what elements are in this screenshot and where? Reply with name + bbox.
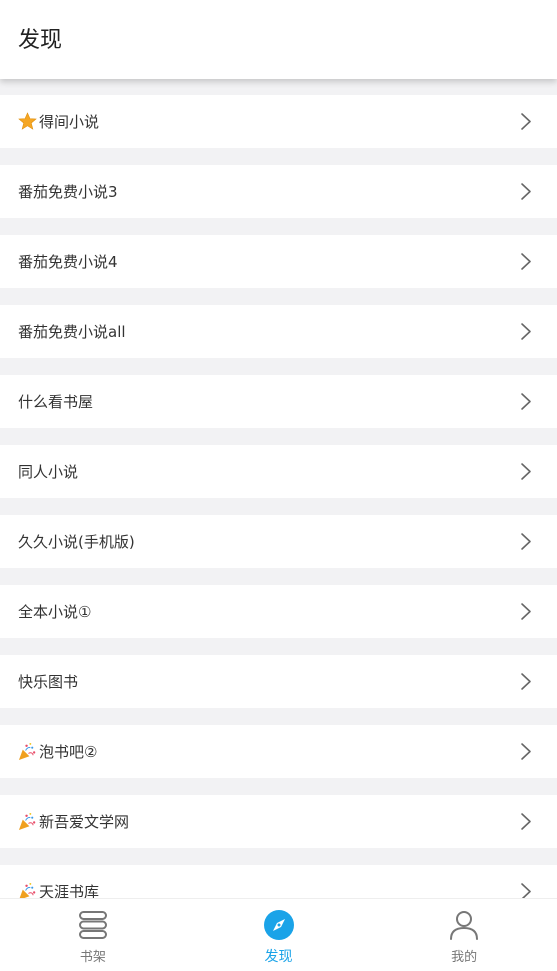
user-icon [450,911,479,940]
list-item[interactable]: 同人小说 [0,445,557,498]
list-item-label: 同人小说 [18,463,79,481]
list-item[interactable]: 番茄免费小说4 [0,235,557,288]
list-item[interactable]: 快乐图书 [0,655,557,708]
bottom-tab-bar: 书架 发现 我的 [0,898,557,971]
compass-icon [263,910,294,940]
tab-profile[interactable]: 我的 [371,899,557,971]
chevron-right-icon [521,533,531,550]
chevron-right-icon [521,113,531,130]
list-item-label: 番茄免费小说all [18,323,126,341]
list-item[interactable]: 得间小说 [0,95,557,148]
chevron-right-icon [521,463,531,480]
source-list: 得间小说 番茄免费小说3 番茄免费小说4 番茄免费小说all 什么看书屋 同人小… [0,95,557,935]
chevron-right-icon [521,393,531,410]
list-item-label: 泡书吧② [39,743,98,761]
list-item-label: 得间小说 [39,113,100,131]
chevron-right-icon [521,183,531,200]
tab-bookshelf[interactable]: 书架 [0,899,186,971]
chevron-right-icon [521,253,531,270]
list-item-label: 久久小说(手机版) [18,533,135,551]
chevron-right-icon [521,603,531,620]
tab-label: 我的 [451,950,478,965]
tab-discover[interactable]: 发现 [186,899,372,971]
list-item-label: 快乐图书 [18,673,79,691]
chevron-right-icon [521,673,531,690]
party-popper-icon [18,812,36,831]
list-item-label: 全本小说① [18,603,92,621]
app-bar: 发现 [0,0,557,79]
page-title: 发现 [18,28,63,53]
list-item[interactable]: 什么看书屋 [0,375,557,428]
list-item[interactable]: 全本小说① [0,585,557,638]
list-item[interactable]: 新吾爱文学网 [0,795,557,848]
list-item-label: 番茄免费小说3 [18,183,118,201]
list-item-label: 什么看书屋 [18,393,94,411]
list-item-label: 新吾爱文学网 [39,813,130,831]
list-item[interactable]: 番茄免费小说all [0,305,557,358]
bookshelf-icon [78,911,107,939]
party-popper-icon [18,742,36,761]
list-item-label: 番茄免费小说4 [18,253,118,271]
star-icon [18,112,37,130]
list-item[interactable]: 久久小说(手机版) [0,515,557,568]
tab-label: 书架 [79,950,106,965]
tab-label: 发现 [264,949,293,965]
list-item[interactable]: 泡书吧② [0,725,557,778]
chevron-right-icon [521,743,531,760]
chevron-right-icon [521,813,531,830]
list-item[interactable]: 番茄免费小说3 [0,165,557,218]
chevron-right-icon [521,323,531,340]
